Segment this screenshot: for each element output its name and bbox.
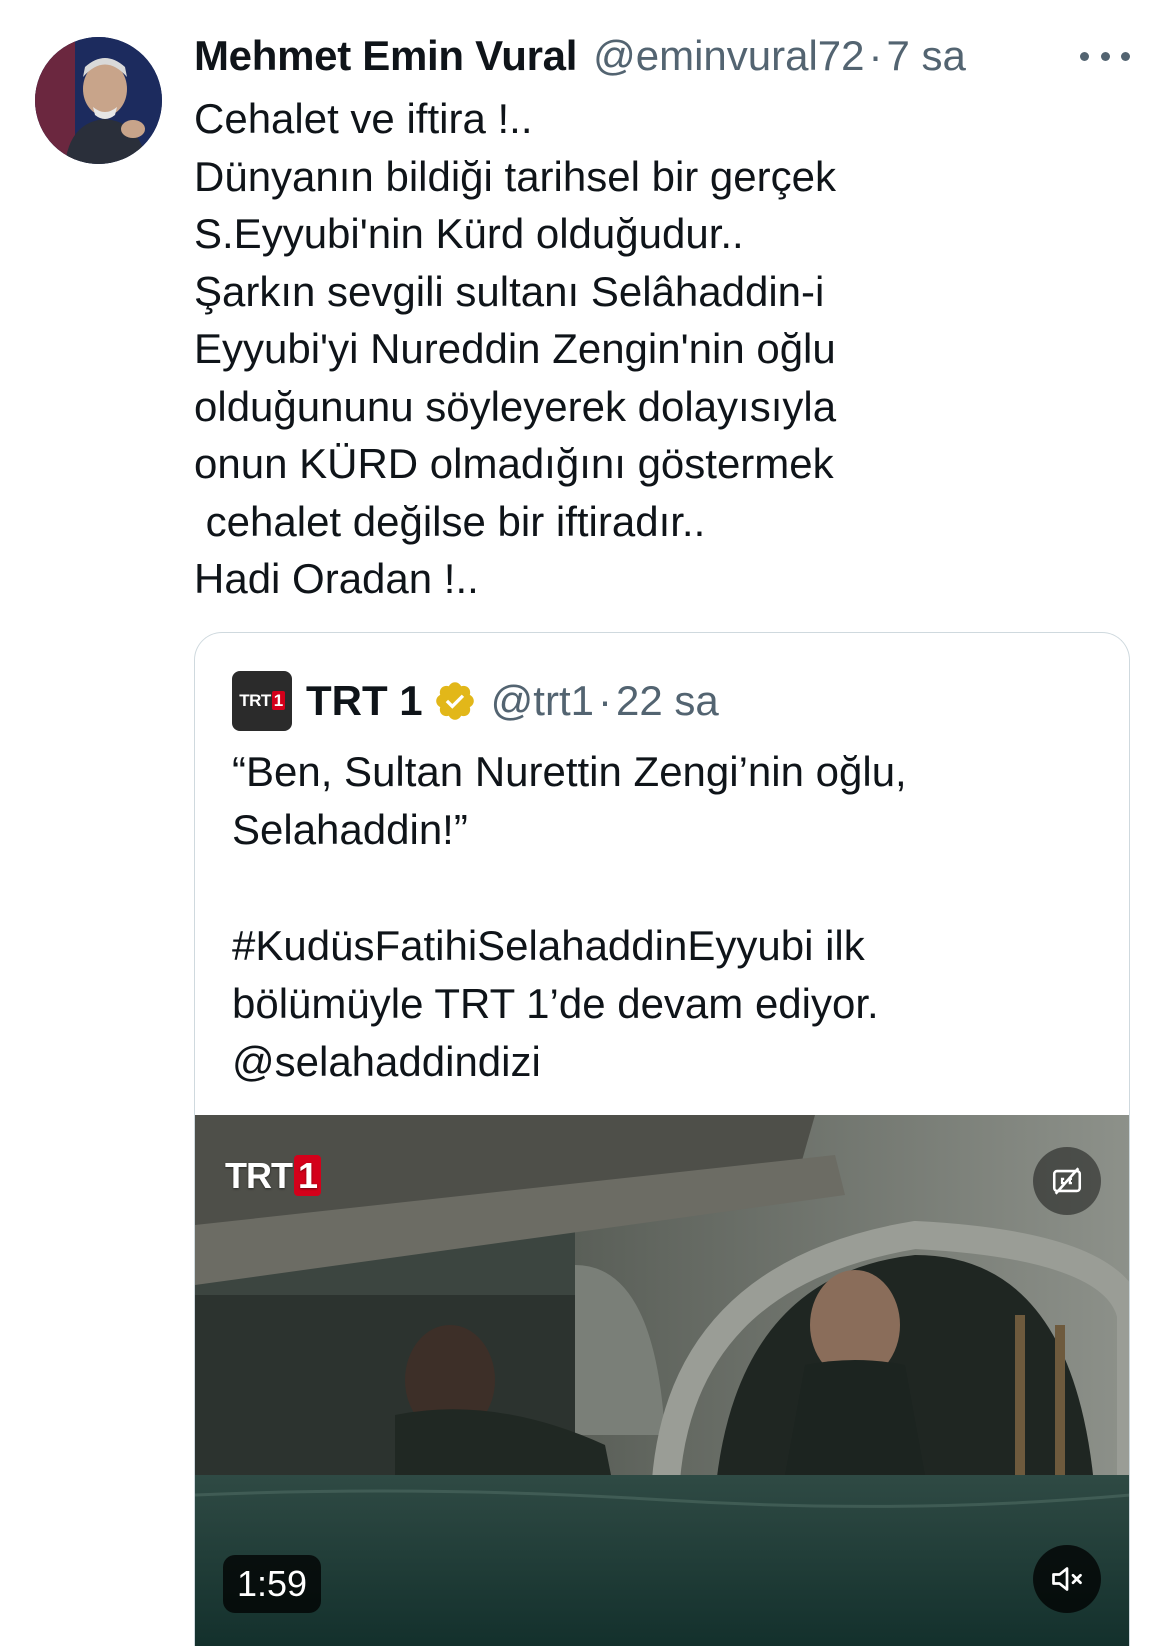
tweet[interactable]: Mehmet Emin Vural @eminvural72 · 7 sa Ce… bbox=[0, 0, 1170, 1646]
captions-off-icon[interactable] bbox=[1033, 1147, 1101, 1215]
separator-dot: · bbox=[868, 32, 883, 79]
quoted-timestamp[interactable]: 22 sa bbox=[616, 677, 719, 725]
quoted-author-handle[interactable]: @trt1 bbox=[491, 677, 594, 725]
tweet-header: Mehmet Emin Vural @eminvural72 · 7 sa bbox=[194, 30, 966, 82]
tweet-text-line: Şarkın sevgili sultanı Selâhaddin-i bbox=[194, 267, 825, 315]
tweet-text-line: Cehalet ve iftira !.. bbox=[194, 95, 533, 142]
tweet-text-line: onun KÜRD olmadığını göstermek bbox=[194, 440, 834, 487]
mention-line[interactable]: @selahaddindizi bbox=[232, 1033, 1092, 1091]
timestamp[interactable]: 7 sa bbox=[887, 30, 966, 82]
quoted-text-line: Selahaddin!” bbox=[232, 806, 468, 853]
tweet-text-line: Hadi Oradan !.. bbox=[194, 555, 479, 602]
quoted-text-line: bölümüyle TRT 1’de devam ediyor. bbox=[232, 980, 879, 1027]
tweet-text-line: S.Eyyubi'nin Kürd olduğudur.. bbox=[194, 210, 744, 257]
video-player[interactable]: TRT 1 1:59 bbox=[195, 1115, 1129, 1646]
more-options-icon[interactable] bbox=[1080, 38, 1130, 74]
hashtag-line[interactable]: #KudüsFatihiSelahaddinEyyubi ilk bbox=[232, 917, 1092, 975]
quoted-tweet-header: TRT 1 TRT 1 @trt1 · 22 sa bbox=[232, 671, 719, 731]
quoted-tweet-text: “Ben, Sultan Nurettin Zengi’nin oğlu, Se… bbox=[232, 743, 1092, 1091]
verified-badge-icon bbox=[435, 682, 474, 720]
video-duration: 1:59 bbox=[223, 1555, 322, 1613]
quoted-text-line bbox=[232, 859, 1092, 917]
tweet-text-line: cehalet değilse bir iftiradır.. bbox=[194, 497, 706, 545]
quoted-author-avatar[interactable]: TRT 1 bbox=[232, 671, 292, 731]
separator-dot: · bbox=[598, 677, 612, 724]
quoted-author-name[interactable]: TRT 1 bbox=[306, 677, 423, 725]
author-handle[interactable]: @eminvural72 bbox=[593, 30, 864, 82]
trt1-watermark: TRT 1 bbox=[225, 1155, 322, 1197]
tweet-text-line: Eyyubi'yi Nureddin Zengin'nin oğlu bbox=[194, 325, 836, 372]
tweet-text-line: Dünyanın bildiği tarihsel bir gerçek bbox=[194, 152, 836, 200]
tweet-text-line: olduğununu söyleyerek dolayısıyla bbox=[194, 382, 837, 430]
video-frame bbox=[195, 1115, 1129, 1646]
muted-speaker-icon[interactable] bbox=[1033, 1545, 1101, 1613]
author-name[interactable]: Mehmet Emin Vural bbox=[194, 30, 577, 82]
user-avatar-icon bbox=[35, 37, 162, 164]
quoted-tweet[interactable]: TRT 1 TRT 1 @trt1 · 22 sa “Ben, Sultan Nu… bbox=[194, 632, 1130, 1646]
quoted-text-line: “Ben, Sultan Nurettin Zengi’nin oğlu, bbox=[232, 748, 907, 795]
trt-logo: TRT 1 bbox=[239, 691, 285, 710]
tweet-text: Cehalet ve iftira !.. Dünyanın bildiği t… bbox=[194, 90, 1094, 608]
author-avatar[interactable] bbox=[35, 37, 162, 164]
